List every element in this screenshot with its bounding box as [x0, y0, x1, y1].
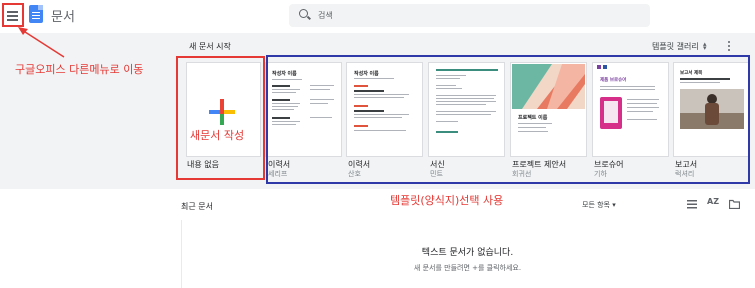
annotation-menu-note: 구글오피스 다른메뉴로 이동	[15, 63, 144, 76]
template-gallery-button[interactable]: 템플릿 갤러리	[652, 41, 699, 52]
owner-filter-label: 모든 항목	[582, 201, 610, 209]
more-options-icon[interactable]	[727, 41, 731, 51]
chevron-down-icon: ▾	[612, 201, 616, 209]
annotation-blank-note: 새문서 작성	[190, 129, 245, 142]
section-title: 새 문서 시작	[189, 42, 231, 51]
app-title[interactable]: 문서	[51, 6, 75, 25]
recent-documents-title: 최근 문서	[181, 202, 213, 211]
top-bar: 문서 검색	[0, 0, 755, 33]
annotation-arrow	[18, 27, 65, 58]
owner-filter-dropdown[interactable]: 모든 항목 ▾	[582, 200, 616, 210]
search-icon[interactable]	[299, 9, 308, 18]
search-input[interactable]: 검색	[318, 10, 333, 21]
list-view-icon[interactable]	[687, 199, 697, 209]
empty-state-title: 텍스트 문서가 없습니다.	[421, 248, 514, 258]
menu-highlight-box	[2, 3, 24, 27]
folder-icon[interactable]	[729, 199, 740, 209]
docs-logo-icon[interactable]	[29, 5, 43, 23]
templates-highlight-box	[266, 55, 750, 184]
expand-collapse-icon[interactable]: ▴ ▾	[703, 41, 707, 52]
empty-state-subtitle: 새 문서를 만들려면 +를 클릭하세요.	[413, 264, 522, 272]
search-bar[interactable]: 검색	[289, 4, 650, 27]
annotation-template-note: 템플릿(양식지)선택 사용	[390, 194, 504, 207]
sort-az-icon[interactable]: AZ	[707, 197, 719, 206]
blank-highlight-box	[176, 56, 265, 180]
